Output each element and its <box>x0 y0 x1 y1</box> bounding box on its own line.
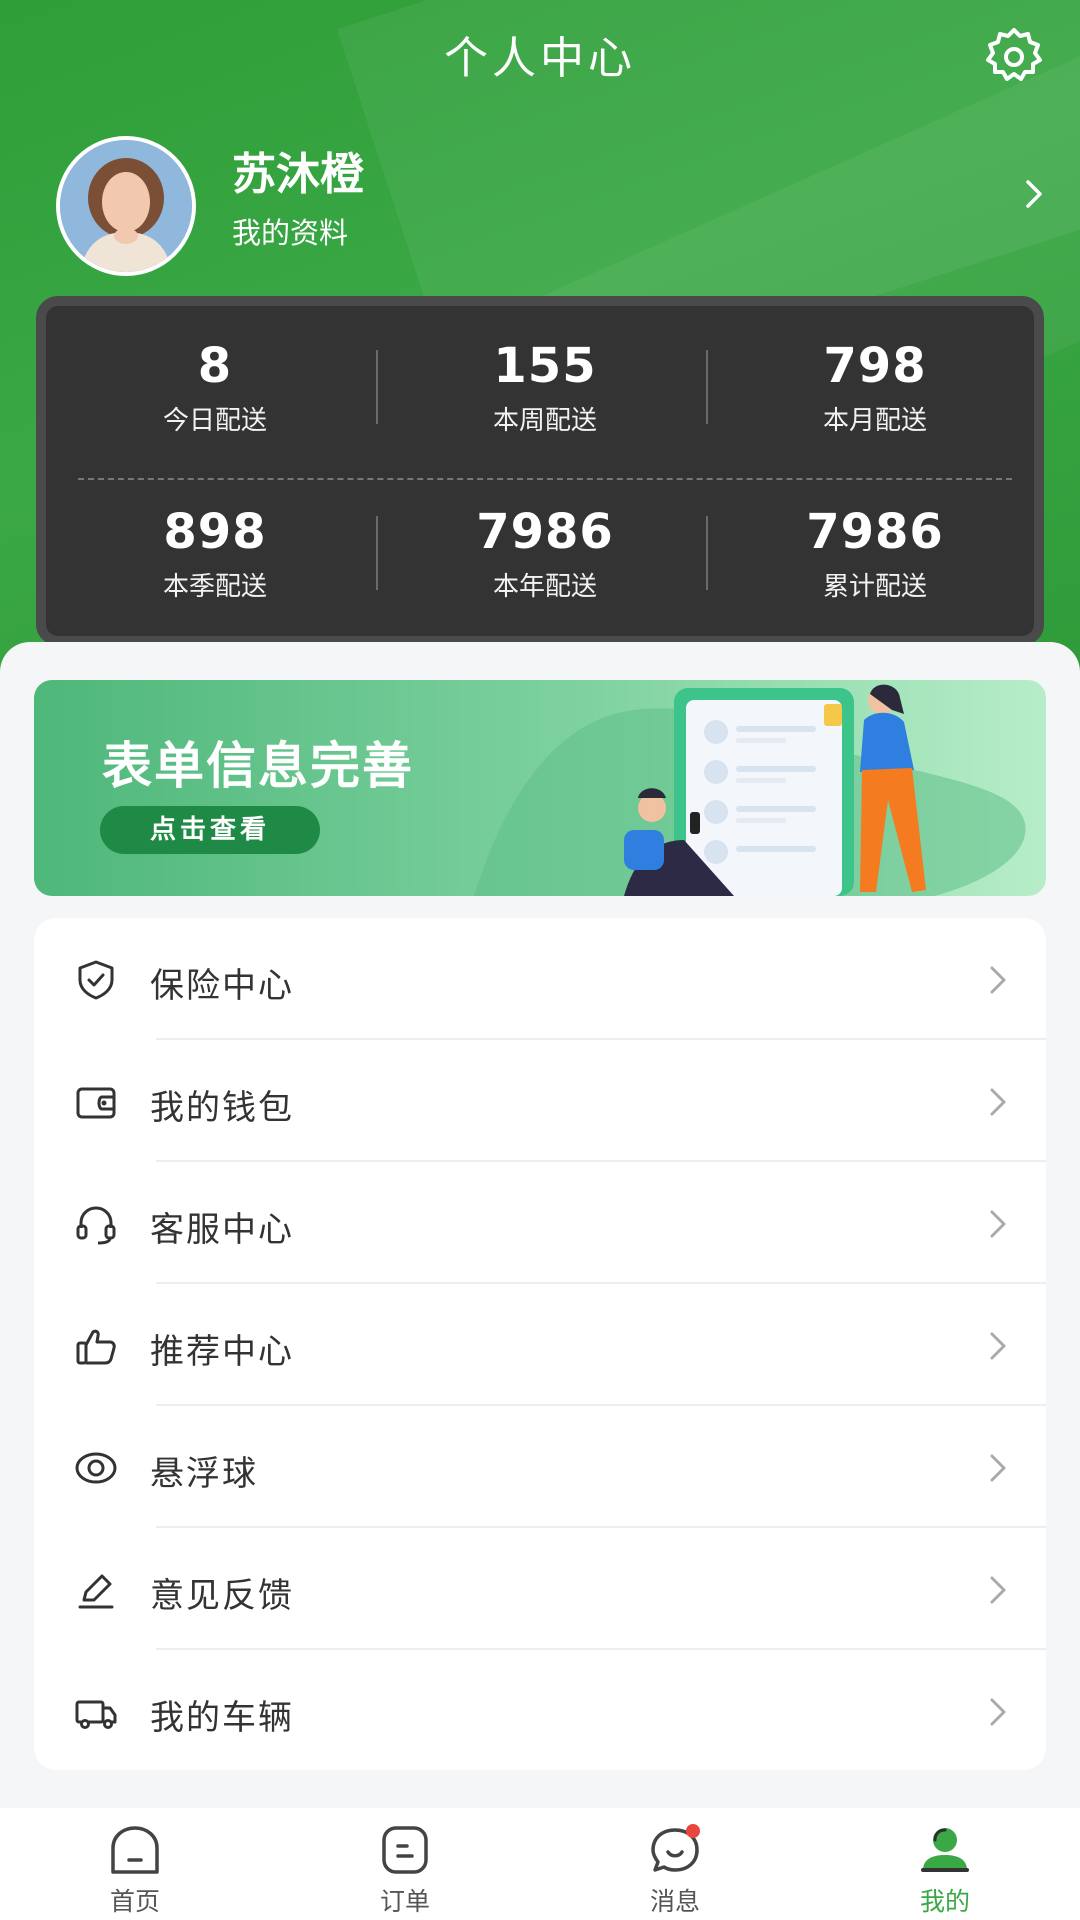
stat-value: 7986 <box>476 504 614 560</box>
stat-total: 7986 累计配送 <box>710 504 1040 603</box>
user-icon <box>921 1828 969 1872</box>
stat-label: 累计配送 <box>822 572 927 602</box>
tab-home[interactable]: 首页 <box>0 1808 270 1920</box>
settings-button[interactable] <box>982 24 1046 88</box>
wallet-icon <box>76 1087 116 1119</box>
my-profile-link[interactable]: 我的资料 <box>232 210 348 252</box>
divider <box>706 516 708 590</box>
menu-item-vehicles[interactable]: 我的车辆 <box>34 1650 1046 1772</box>
stat-today: 8 今日配送 <box>50 338 380 437</box>
menu-item-feedback[interactable]: 意见反馈 <box>34 1528 1046 1650</box>
chevron-right-icon <box>990 1698 1006 1726</box>
view-details-button[interactable]: 点击查看 <box>100 806 320 854</box>
chevron-right-icon <box>990 1332 1006 1360</box>
unread-badge <box>686 1824 700 1838</box>
menu-item-referral[interactable]: 推荐中心 <box>34 1284 1046 1406</box>
dashed-divider <box>78 478 1012 480</box>
eye-icon <box>75 1452 117 1484</box>
tab-label: 消息 <box>649 1887 700 1916</box>
form-completion-banner[interactable]: 表单信息完善 点击查看 <box>34 680 1046 896</box>
stat-label: 本季配送 <box>162 572 267 602</box>
user-name: 苏沐橙 <box>232 149 364 200</box>
menu-item-label: 悬浮球 <box>150 1454 258 1494</box>
chevron-right-icon <box>990 1454 1006 1482</box>
menu-item-label: 我的钱包 <box>150 1088 294 1128</box>
home-icon <box>111 1826 159 1874</box>
stat-value: 898 <box>163 504 267 560</box>
order-icon <box>382 1826 428 1874</box>
stat-value: 798 <box>823 338 927 394</box>
stat-label: 今日配送 <box>162 406 267 436</box>
divider <box>376 350 378 424</box>
truck-icon <box>75 1700 117 1729</box>
thumbs-up-icon <box>76 1329 116 1365</box>
menu-item-wallet[interactable]: 我的钱包 <box>34 1040 1046 1162</box>
avatar-image <box>60 140 192 272</box>
delivery-stats-card: 8 今日配送 155 本周配送 798 本月配送 898 本季配送 7986 本… <box>36 296 1044 646</box>
headset-icon <box>76 1206 116 1245</box>
gear-icon <box>986 28 1042 81</box>
menu-item-label: 保险中心 <box>150 966 294 1006</box>
chevron-right-icon <box>990 966 1006 994</box>
stat-quarter: 898 本季配送 <box>50 504 380 603</box>
stat-value: 7986 <box>806 504 944 560</box>
pen-icon <box>78 1574 114 1609</box>
settings-menu: 保险中心 我的钱包 客服中心 推荐中心 悬浮球 意见反馈 我的车辆 <box>34 918 1046 1770</box>
bottom-tab-bar: 首页 订单 消息 我的 <box>0 1808 1080 1920</box>
stat-label: 本月配送 <box>822 406 927 436</box>
page-title: 个人中心 <box>444 33 636 84</box>
tab-label: 订单 <box>379 1887 430 1916</box>
menu-item-customer-service[interactable]: 客服中心 <box>34 1162 1046 1284</box>
tab-orders[interactable]: 订单 <box>270 1808 540 1920</box>
stat-value: 8 <box>197 338 233 394</box>
chevron-right-icon <box>990 1088 1006 1116</box>
divider <box>376 516 378 590</box>
tab-mine[interactable]: 我的 <box>810 1808 1080 1920</box>
chevron-right-icon <box>990 1576 1006 1604</box>
stat-year: 7986 本年配送 <box>380 504 710 603</box>
menu-item-floating-ball[interactable]: 悬浮球 <box>34 1406 1046 1528</box>
menu-item-label: 我的车辆 <box>150 1698 294 1738</box>
banner-title: 表单信息完善 <box>102 737 414 795</box>
stat-week: 155 本周配送 <box>380 338 710 437</box>
avatar[interactable] <box>56 136 196 276</box>
stat-label: 本年配送 <box>492 572 597 602</box>
chevron-right-icon <box>990 1210 1006 1238</box>
tab-label: 我的 <box>919 1887 970 1916</box>
menu-item-label: 推荐中心 <box>150 1332 294 1372</box>
message-icon <box>651 1824 700 1872</box>
profile-chevron-right-icon[interactable] <box>1020 174 1050 214</box>
menu-item-insurance[interactable]: 保险中心 <box>34 918 1046 1040</box>
menu-item-label: 客服中心 <box>150 1210 294 1250</box>
stat-value: 155 <box>493 338 597 394</box>
stat-month: 798 本月配送 <box>710 338 1040 437</box>
shield-check-icon <box>78 960 114 1000</box>
stat-label: 本周配送 <box>492 406 597 436</box>
divider <box>706 350 708 424</box>
tab-messages[interactable]: 消息 <box>540 1808 810 1920</box>
tab-label: 首页 <box>109 1887 160 1916</box>
menu-item-label: 意见反馈 <box>150 1576 294 1616</box>
